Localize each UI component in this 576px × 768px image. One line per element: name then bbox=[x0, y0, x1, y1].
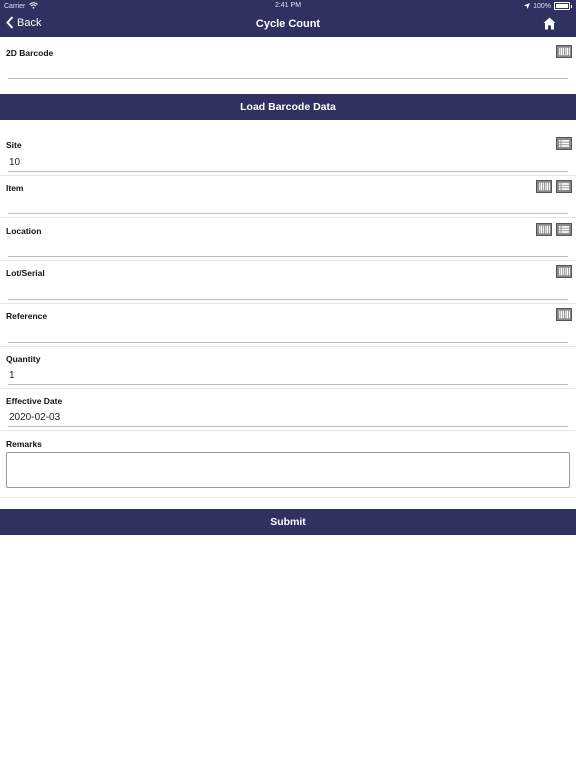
navigation-bar: Carrier 2:41 PM 100% Back Cycle Count bbox=[0, 0, 576, 37]
barcode-scan-icon[interactable] bbox=[556, 265, 572, 278]
barcode-underline bbox=[8, 78, 568, 79]
quantity-underline bbox=[8, 384, 568, 385]
quantity-input[interactable]: 1 bbox=[9, 370, 15, 381]
location-label: Location bbox=[6, 226, 42, 236]
effective-date-underline bbox=[8, 426, 568, 427]
location-arrow-icon bbox=[524, 3, 531, 9]
divider bbox=[0, 303, 576, 304]
divider bbox=[0, 260, 576, 261]
barcode-scan-icon[interactable] bbox=[536, 223, 552, 236]
reference-label: Reference bbox=[6, 311, 48, 321]
battery-icon bbox=[554, 2, 570, 10]
load-barcode-data-button[interactable]: Load Barcode Data bbox=[0, 94, 576, 120]
submit-button[interactable]: Submit bbox=[0, 509, 576, 535]
battery-tip bbox=[571, 4, 572, 8]
quantity-label: Quantity bbox=[6, 354, 41, 364]
lot-serial-label: Lot/Serial bbox=[6, 268, 45, 278]
battery-indicator: 100% bbox=[524, 2, 572, 10]
battery-percent: 100% bbox=[533, 2, 551, 10]
status-bar: Carrier 2:41 PM 100% bbox=[0, 0, 576, 12]
home-icon[interactable] bbox=[543, 17, 556, 30]
remarks-textarea[interactable] bbox=[6, 452, 570, 488]
site-label: Site bbox=[6, 140, 22, 150]
item-underline bbox=[8, 213, 568, 214]
effective-date-input[interactable]: 2020-02-03 bbox=[9, 412, 60, 423]
divider bbox=[0, 430, 576, 431]
reference-underline bbox=[8, 342, 568, 343]
location-underline bbox=[8, 256, 568, 257]
divider bbox=[0, 346, 576, 347]
divider bbox=[0, 497, 576, 498]
list-lookup-icon[interactable] bbox=[556, 137, 572, 150]
lot-serial-underline bbox=[8, 299, 568, 300]
effective-date-label: Effective Date bbox=[6, 396, 63, 406]
item-label: Item bbox=[6, 183, 24, 193]
site-input[interactable]: 10 bbox=[9, 157, 20, 168]
divider bbox=[0, 388, 576, 389]
page-title: Cycle Count bbox=[255, 18, 321, 30]
site-underline bbox=[8, 171, 568, 172]
divider bbox=[0, 175, 576, 176]
remarks-label: Remarks bbox=[6, 439, 42, 449]
barcode-scan-icon[interactable] bbox=[536, 180, 552, 193]
barcode-scan-icon[interactable] bbox=[556, 45, 572, 58]
list-lookup-icon[interactable] bbox=[556, 223, 572, 236]
list-lookup-icon[interactable] bbox=[556, 180, 572, 193]
barcode-label: 2D Barcode bbox=[6, 48, 54, 58]
barcode-scan-icon[interactable] bbox=[556, 308, 572, 321]
divider bbox=[0, 217, 576, 218]
clock: 2:41 PM bbox=[274, 2, 302, 9]
